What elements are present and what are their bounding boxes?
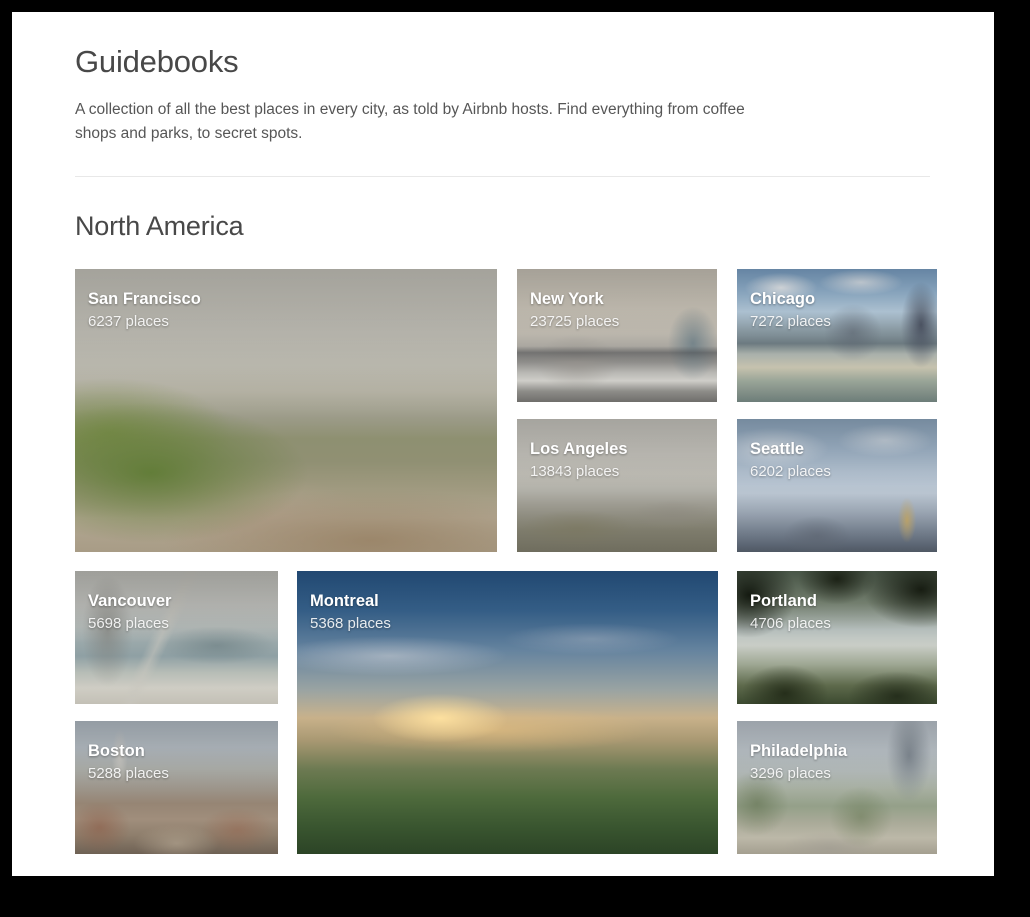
- section-title-north-america: North America: [75, 211, 244, 241]
- page-content: Guidebooks A collection of all the best …: [75, 42, 937, 854]
- card-places-count: 5368 places: [310, 615, 391, 632]
- card-places-count: 3296 places: [750, 765, 831, 782]
- card-city-name: Portland: [750, 592, 817, 610]
- guidebook-card-vancouver[interactable]: Vancouver 5698 places: [75, 571, 278, 704]
- guidebook-card-philadelphia[interactable]: Philadelphia 3296 places: [737, 721, 937, 854]
- guidebook-card-boston[interactable]: Boston 5288 places: [75, 721, 278, 854]
- guidebook-card-seattle[interactable]: Seattle 6202 places: [737, 419, 937, 552]
- page-title: Guidebooks: [75, 44, 239, 79]
- card-label: Portland 4706 places: [750, 590, 831, 635]
- screen-frame: Guidebooks A collection of all the best …: [0, 0, 1030, 917]
- card-places-count: 5698 places: [88, 615, 169, 632]
- card-places-count: 6237 places: [88, 313, 169, 330]
- card-label: Los Angeles 13843 places: [530, 438, 628, 483]
- card-label: Vancouver 5698 places: [88, 590, 171, 635]
- card-label: Seattle 6202 places: [750, 438, 831, 483]
- guidebook-card-san-francisco[interactable]: San Francisco 6237 places: [75, 269, 497, 552]
- guidebook-card-grid: San Francisco 6237 places New York 23725…: [75, 269, 937, 854]
- card-city-name: Chicago: [750, 290, 816, 308]
- card-city-name: Los Angeles: [530, 440, 628, 458]
- page-subtitle: A collection of all the best places in e…: [75, 101, 745, 142]
- guidebook-card-portland[interactable]: Portland 4706 places: [737, 571, 937, 704]
- guidebook-card-los-angeles[interactable]: Los Angeles 13843 places: [517, 419, 717, 552]
- card-label: Philadelphia 3296 places: [750, 740, 847, 785]
- guidebook-card-chicago[interactable]: Chicago 7272 places: [737, 269, 937, 402]
- card-label: Montreal 5368 places: [310, 590, 391, 635]
- guidebook-card-new-york[interactable]: New York 23725 places: [517, 269, 717, 402]
- card-label: Boston 5288 places: [88, 740, 169, 785]
- card-places-count: 7272 places: [750, 313, 831, 330]
- card-label: New York 23725 places: [530, 288, 619, 333]
- card-places-count: 5288 places: [88, 765, 169, 782]
- page-canvas: Guidebooks A collection of all the best …: [12, 12, 994, 876]
- card-places-count: 6202 places: [750, 463, 831, 480]
- card-label: Chicago 7272 places: [750, 288, 831, 333]
- card-city-name: Philadelphia: [750, 742, 848, 760]
- card-places-count: 13843 places: [530, 463, 620, 480]
- card-city-name: Seattle: [750, 440, 805, 458]
- card-city-name: Vancouver: [88, 592, 172, 610]
- card-city-name: Montreal: [310, 592, 379, 610]
- card-label: San Francisco 6237 places: [88, 288, 201, 333]
- card-city-name: Boston: [88, 742, 145, 760]
- card-city-name: New York: [530, 290, 604, 308]
- card-city-name: San Francisco: [88, 290, 201, 308]
- card-places-count: 4706 places: [750, 615, 831, 632]
- card-places-count: 23725 places: [530, 313, 620, 330]
- header-divider: [75, 176, 930, 177]
- guidebook-card-montreal[interactable]: Montreal 5368 places: [297, 571, 718, 854]
